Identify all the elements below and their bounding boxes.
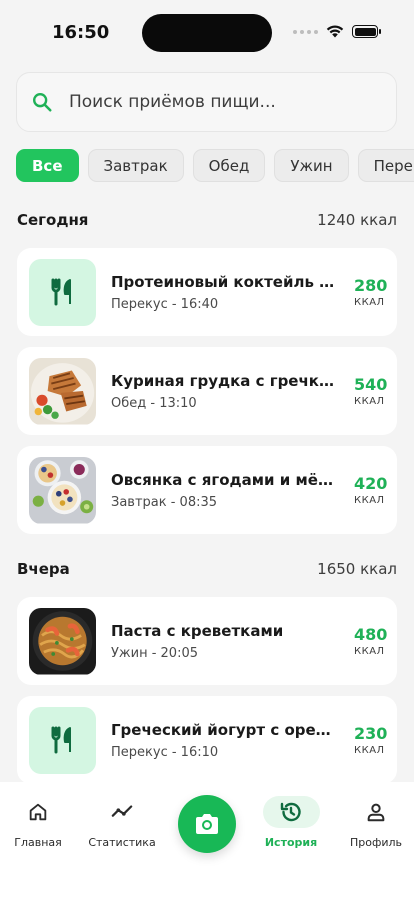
kcal-value: 230 (354, 724, 388, 743)
nav-item-stats[interactable]: Статистика (82, 800, 162, 849)
section-header-today: Сегодня 1240 ккал (17, 211, 397, 229)
kcal-unit: ККАЛ (354, 745, 385, 756)
history-icon (280, 802, 301, 822)
meal-meta: Ужин - 20:05 (111, 645, 199, 661)
meal-card[interactable]: Паста с креветками Ужин - 20:05 480 ККАЛ (17, 597, 397, 685)
meal-kcal: 230 ККАЛ (354, 724, 388, 756)
meal-meta: Перекус - 16:10 (111, 744, 219, 760)
search-input[interactable] (69, 92, 369, 112)
oatmeal-photo (29, 456, 96, 524)
kcal-value: 540 (354, 375, 388, 394)
filter-chips: Все Завтрак Обед Ужин Перекус (16, 149, 414, 182)
filter-chip-dinner[interactable]: Ужин (274, 149, 349, 182)
meal-card[interactable]: Овсянка с ягодами и мёдом Завтрак - 08:3… (17, 446, 397, 534)
stats-icon (111, 805, 133, 817)
meal-kcal: 280 ККАЛ (354, 276, 388, 308)
kcal-unit: ККАЛ (354, 297, 385, 308)
meal-card[interactable]: Греческий йогурт с орехами Перекус - 16:… (17, 696, 397, 784)
nav-label: История (264, 836, 318, 849)
nav-item-home[interactable]: Главная (0, 800, 78, 849)
fork-knife-icon (29, 258, 96, 326)
status-time: 16:50 (52, 22, 110, 43)
meal-meta: Перекус - 16:40 (111, 296, 219, 312)
nav-label: Статистика (88, 836, 156, 849)
nav-item-history[interactable]: История (251, 800, 331, 849)
meal-meta: Завтрак - 08:35 (111, 494, 218, 510)
section-title: Сегодня (17, 211, 89, 229)
fork-knife-icon (29, 706, 96, 774)
meal-card[interactable]: Куриная грудка с гречкой и овощами Обед … (17, 347, 397, 435)
search-icon (33, 93, 52, 112)
filter-chip-lunch[interactable]: Обед (192, 149, 266, 182)
kcal-unit: ККАЛ (354, 646, 385, 657)
meal-name: Овсянка с ягодами и мёдом (111, 470, 339, 489)
search-bar[interactable] (16, 72, 397, 132)
dynamic-island (142, 14, 272, 52)
meal-name: Греческий йогурт с орехами (111, 720, 339, 739)
home-icon (29, 803, 47, 821)
pasta-photo (29, 607, 96, 675)
section-total-kcal: 1240 ккал (317, 211, 397, 229)
kcal-unit: ККАЛ (354, 495, 385, 506)
nav-label: Профиль (349, 836, 403, 849)
filter-chip-all[interactable]: Все (16, 149, 79, 182)
meal-card[interactable]: Протеиновый коктейль с бананом Перекус -… (17, 248, 397, 336)
meal-name: Протеиновый коктейль с бананом (111, 272, 339, 291)
profile-icon (367, 803, 385, 822)
battery-icon (352, 25, 381, 38)
meal-name: Куриная грудка с гречкой и овощами (111, 371, 339, 390)
status-icons (293, 25, 381, 38)
filter-chip-snack[interactable]: Перекус (357, 149, 414, 182)
meal-kcal: 420 ККАЛ (354, 474, 388, 506)
kcal-unit: ККАЛ (354, 396, 385, 407)
nav-item-profile[interactable]: Профиль (336, 800, 414, 849)
meal-kcal: 480 ККАЛ (354, 625, 388, 657)
chicken-photo (29, 357, 96, 425)
section-header-yesterday: Вчера 1650 ккал (17, 560, 397, 578)
filter-chip-breakfast[interactable]: Завтрак (87, 149, 184, 182)
camera-icon (196, 814, 218, 834)
status-bar: 16:50 (0, 0, 414, 66)
signal-icon (293, 29, 318, 34)
kcal-value: 280 (354, 276, 388, 295)
section-title: Вчера (17, 560, 70, 578)
meal-name: Паста с креветками (111, 621, 284, 640)
camera-button[interactable] (178, 795, 236, 853)
meal-meta: Обед - 13:10 (111, 395, 197, 411)
meal-kcal: 540 ККАЛ (354, 375, 388, 407)
section-total-kcal: 1650 ккал (317, 560, 397, 578)
nav-label: Главная (14, 836, 62, 849)
kcal-value: 420 (354, 474, 388, 493)
wifi-icon (326, 25, 344, 38)
kcal-value: 480 (354, 625, 388, 644)
